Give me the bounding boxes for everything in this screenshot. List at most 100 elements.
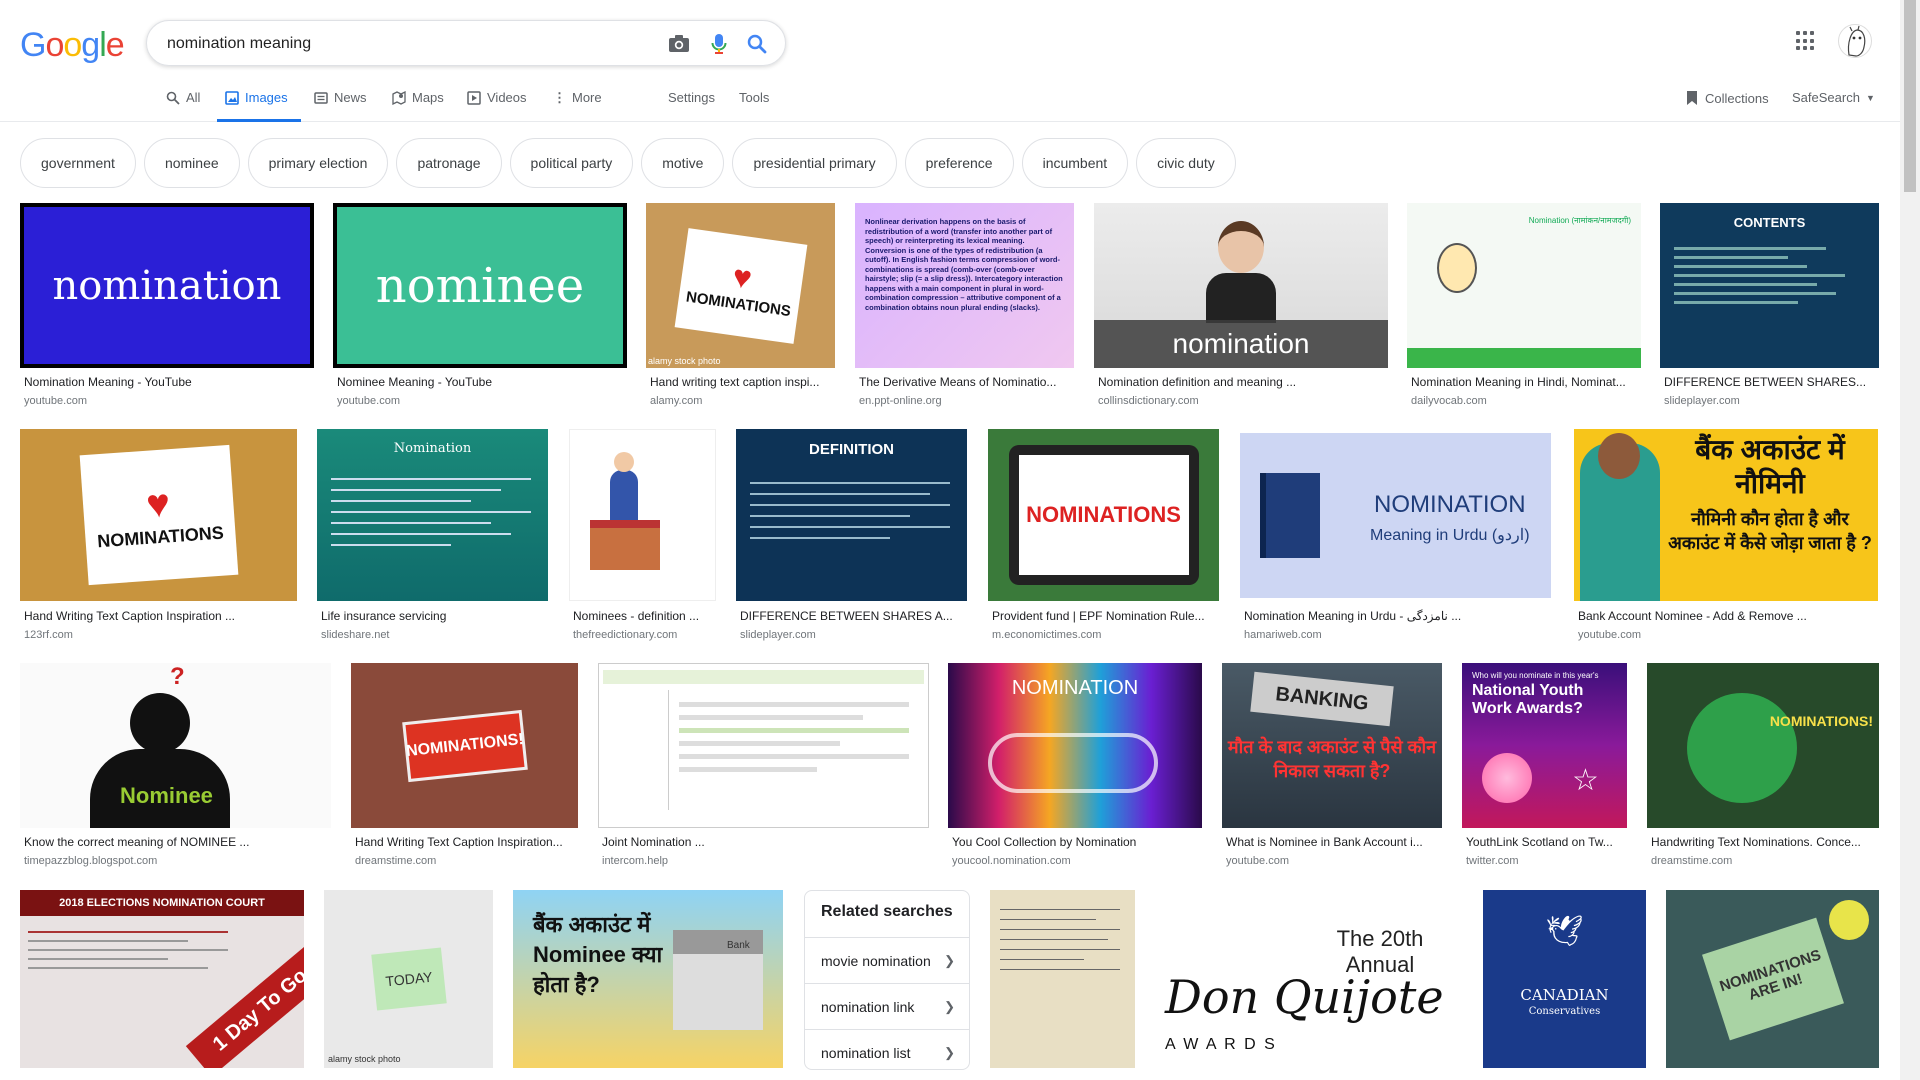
image-result[interactable]: CONTENTS DIFFERENCE BETWEEN SHARES... sl…: [1660, 203, 1879, 411]
tab-news[interactable]: News: [314, 90, 367, 122]
result-thumbnail[interactable]: [598, 663, 929, 828]
result-thumbnail[interactable]: Nonlinear derivation happens on the basi…: [855, 203, 1074, 368]
image-result[interactable]: NOMINATION You Cool Collection by Nomina…: [948, 663, 1202, 871]
result-thumbnail[interactable]: CONTENTS: [1660, 203, 1879, 368]
related-chip[interactable]: primary election: [247, 138, 389, 188]
result-source[interactable]: youtube.com: [24, 395, 87, 407]
result-caption[interactable]: Provident fund | EPF Nomination Rule...: [992, 609, 1219, 623]
related-chip[interactable]: presidential primary: [732, 138, 897, 188]
result-caption[interactable]: Nominees - definition ...: [573, 609, 716, 623]
image-result[interactable]: 2018 ELECTIONS NOMINATION COURT 1 Day To…: [20, 890, 304, 1070]
tab-more[interactable]: ⋮ More: [553, 90, 602, 122]
apps-grid-icon[interactable]: [1796, 31, 1816, 51]
google-logo[interactable]: Google: [20, 26, 125, 65]
image-result[interactable]: NOMINATIONS Provident fund | EPF Nominat…: [988, 429, 1219, 641]
result-source[interactable]: m.economictimes.com: [992, 629, 1101, 641]
result-source[interactable]: intercom.help: [602, 855, 668, 867]
image-result[interactable]: ♥ NOMINATIONS Hand Writing Text Caption …: [20, 429, 297, 641]
result-caption[interactable]: Hand Writing Text Caption Inspiration...: [355, 835, 578, 849]
scrollbar[interactable]: [1900, 0, 1920, 1080]
result-source[interactable]: thefreedictionary.com: [573, 629, 677, 641]
related-search-item[interactable]: nomination link ❯: [805, 983, 969, 1029]
result-source[interactable]: slideplayer.com: [740, 629, 816, 641]
related-chip[interactable]: nominee: [143, 138, 240, 188]
image-result[interactable]: ? Nominee Know the correct meaning of NO…: [20, 663, 331, 871]
result-caption[interactable]: Nomination Meaning - YouTube: [24, 375, 314, 389]
safesearch-menu[interactable]: SafeSearch ▼: [1792, 90, 1875, 105]
search-input[interactable]: [167, 33, 647, 55]
tab-images[interactable]: Images: [217, 90, 301, 122]
image-result[interactable]: NOMINATIONS! Handwriting Text Nomination…: [1647, 663, 1879, 871]
image-result[interactable]: nomination Nomination Meaning - YouTube …: [20, 203, 314, 411]
image-result[interactable]: nominee Nominee Meaning - YouTube youtub…: [333, 203, 627, 411]
result-caption[interactable]: Nomination Meaning in Hindi, Nominat...: [1411, 375, 1641, 389]
image-result[interactable]: Joint Nomination ... intercom.help: [598, 663, 929, 871]
settings-link[interactable]: Settings: [668, 90, 715, 105]
result-caption[interactable]: YouthLink Scotland on Tw...: [1466, 835, 1627, 849]
result-source[interactable]: en.ppt-online.org: [859, 395, 942, 407]
image-result[interactable]: The 20th Annual Don Quijote A W A R D S: [1155, 890, 1463, 1070]
image-result[interactable]: NOMINATION Meaning in Urdu (اردو) Nomina…: [1240, 429, 1551, 641]
result-thumbnail[interactable]: nomination: [1094, 203, 1388, 368]
image-result[interactable]: ♥ NOMINATIONS alamy stock photo Hand wri…: [646, 203, 835, 411]
result-thumbnail[interactable]: [990, 890, 1135, 1068]
result-thumbnail[interactable]: ♥ NOMINATIONS alamy stock photo: [646, 203, 835, 368]
tab-maps[interactable]: Maps: [392, 90, 444, 122]
result-source[interactable]: hamariweb.com: [1244, 629, 1322, 641]
scrollbar-thumb[interactable]: [1904, 0, 1916, 192]
result-thumbnail[interactable]: [569, 429, 716, 601]
image-result[interactable]: [990, 890, 1135, 1070]
image-result[interactable]: nomination Nomination definition and mea…: [1094, 203, 1388, 411]
image-result[interactable]: बैंक अकाउंट में नौमिनी नौमिनी कौन होता ह…: [1574, 429, 1878, 641]
result-thumbnail[interactable]: NOMINATION: [948, 663, 1202, 828]
result-thumbnail[interactable]: The 20th Annual Don Quijote A W A R D S: [1155, 890, 1463, 1068]
result-thumbnail[interactable]: Nomination: [317, 429, 548, 601]
result-source[interactable]: slideshare.net: [321, 629, 390, 641]
result-source[interactable]: slideplayer.com: [1664, 395, 1740, 407]
tools-link[interactable]: Tools: [739, 90, 769, 105]
result-source[interactable]: 123rf.com: [24, 629, 73, 641]
result-caption[interactable]: Hand writing text caption inspi...: [650, 375, 835, 389]
related-chip[interactable]: civic duty: [1136, 138, 1236, 188]
result-thumbnail[interactable]: NOMINATIONS: [988, 429, 1219, 601]
result-source[interactable]: collinsdictionary.com: [1098, 395, 1199, 407]
related-search-item[interactable]: movie nomination ❯: [805, 937, 969, 983]
result-thumbnail[interactable]: TODAY alamy stock photo: [324, 890, 493, 1068]
result-thumbnail[interactable]: NOMINATIONS!: [351, 663, 578, 828]
search-icon[interactable]: [745, 32, 769, 56]
result-caption[interactable]: What is Nominee in Bank Account i...: [1226, 835, 1442, 849]
result-caption[interactable]: DIFFERENCE BETWEEN SHARES...: [1664, 375, 1879, 389]
result-source[interactable]: dailyvocab.com: [1411, 395, 1487, 407]
microphone-icon[interactable]: [707, 32, 731, 56]
result-caption[interactable]: Handwriting Text Nominations. Conce...: [1651, 835, 1879, 849]
result-thumbnail[interactable]: ? Nominee: [20, 663, 331, 828]
image-result[interactable]: NOMINATIONS! Hand Writing Text Caption I…: [351, 663, 578, 871]
result-caption[interactable]: Joint Nomination ...: [602, 835, 929, 849]
result-source[interactable]: alamy.com: [650, 395, 702, 407]
result-thumbnail[interactable]: BANKING मौत के बाद अकाउंट से पैसे कौन नि…: [1222, 663, 1442, 828]
image-result[interactable]: TODAY alamy stock photo: [324, 890, 493, 1070]
result-thumbnail[interactable]: Nomination (नामांकन/नामजदगी): [1407, 203, 1641, 368]
result-thumbnail[interactable]: 🕊 CANADIAN Conservatives: [1483, 890, 1646, 1068]
result-caption[interactable]: The Derivative Means of Nominatio...: [859, 375, 1074, 389]
result-caption[interactable]: Bank Account Nominee - Add & Remove ...: [1578, 609, 1878, 623]
image-result[interactable]: BANKING मौत के बाद अकाउंट से पैसे कौन नि…: [1222, 663, 1442, 871]
result-source[interactable]: twitter.com: [1466, 855, 1519, 867]
result-caption[interactable]: You Cool Collection by Nomination: [952, 835, 1202, 849]
result-thumbnail[interactable]: 2018 ELECTIONS NOMINATION COURT 1 Day To…: [20, 890, 304, 1068]
related-chip[interactable]: patronage: [396, 138, 502, 188]
result-caption[interactable]: Nominee Meaning - YouTube: [337, 375, 627, 389]
result-source[interactable]: youcool.nomination.com: [952, 855, 1071, 867]
image-result[interactable]: Nomination Life insurance servicing slid…: [317, 429, 548, 641]
image-result[interactable]: बैंक अकाउंट में Nominee क्या होता है? Ba…: [513, 890, 783, 1070]
result-thumbnail[interactable]: Who will you nominate in this year's Nat…: [1462, 663, 1627, 828]
result-thumbnail[interactable]: DEFINITION: [736, 429, 967, 601]
result-thumbnail[interactable]: NOMINATIONS ARE IN!: [1666, 890, 1879, 1068]
result-caption[interactable]: Life insurance servicing: [321, 609, 548, 623]
result-source[interactable]: dreamstime.com: [355, 855, 436, 867]
result-source[interactable]: dreamstime.com: [1651, 855, 1732, 867]
related-chip[interactable]: preference: [904, 138, 1014, 188]
related-chip[interactable]: motive: [641, 138, 725, 188]
related-chip[interactable]: government: [20, 138, 136, 188]
image-result[interactable]: Nonlinear derivation happens on the basi…: [855, 203, 1074, 411]
